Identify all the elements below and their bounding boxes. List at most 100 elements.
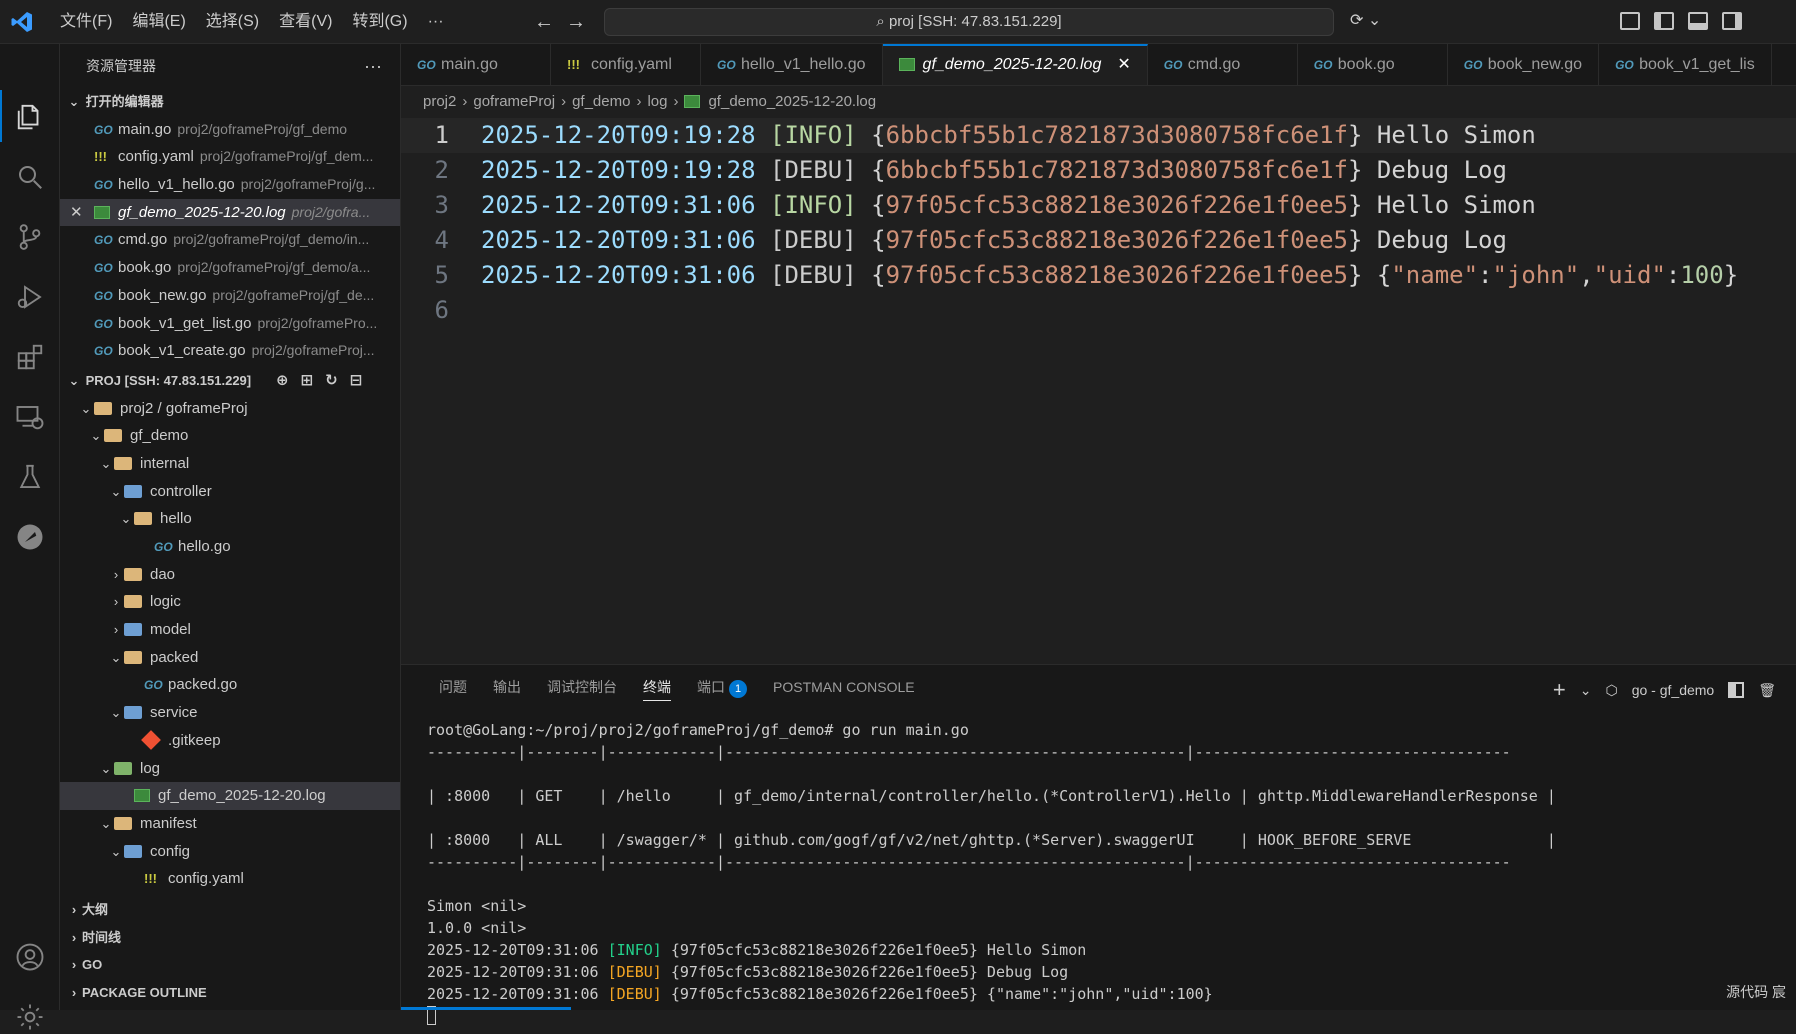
editor-tab[interactable]: GO book_v1_get_lis [1599,44,1772,85]
testing-icon[interactable] [13,460,47,494]
trash-icon[interactable]: 🗑 [1758,682,1776,699]
explorer-icon[interactable] [13,100,47,134]
breadcrumb-item[interactable]: proj2 [423,93,456,110]
editor-tab[interactable]: gf_demo_2025-12-20.log ✕ [882,44,1148,85]
menu-item[interactable]: 查看(V) [269,0,342,44]
new-terminal-icon[interactable]: + [1553,677,1566,703]
back-arrow-icon[interactable]: ← [534,10,554,34]
editor-tab[interactable]: GO book_new.go [1448,44,1600,85]
editor-tab[interactable]: GO hello_v1_hello.go [701,44,883,85]
tree-item[interactable]: ⌄ gf_demo [60,422,400,450]
tree-item[interactable]: ⌄ log [60,755,400,783]
search-icon[interactable] [13,160,47,194]
chevron-down-icon: ⌄ [100,455,112,471]
open-editor-item[interactable]: GO cmd.go proj2/goframeProj/gf_demo/in... [60,226,400,254]
log-level: [DEBU] [770,261,857,289]
tree-item[interactable]: gf_demo_2025-12-20.log [60,782,400,810]
panel-tab[interactable]: 终端 [630,665,684,709]
open-editor-item[interactable]: GO book_v1_create.go proj2/goframeProj... [60,337,400,365]
command-center[interactable]: ⌕ proj [SSH: 47.83.151.229] [604,8,1334,36]
breadcrumb-item[interactable]: log [647,93,667,110]
tree-item[interactable]: ⌄ service [60,699,400,727]
toggle-panel-icon[interactable] [1688,12,1708,30]
open-editor-item[interactable]: GO main.go proj2/goframeProj/gf_demo [60,116,400,144]
accounts-icon[interactable] [13,940,47,974]
menu-item[interactable]: 选择(S) [196,0,269,44]
breadcrumb-item[interactable]: gf_demo_2025-12-20.log [684,93,876,110]
panel-tab[interactable]: 问题 [426,665,480,709]
tree-item[interactable]: .gitkeep [60,727,400,755]
customize-layout-icon[interactable] [1620,12,1640,30]
refresh-icon[interactable]: ↻ [325,372,350,389]
tree-item[interactable]: › model [60,616,400,644]
panel-tab[interactable]: 输出 [480,665,534,709]
open-editor-item[interactable]: !!! config.yaml proj2/goframeProj/gf_dem..… [60,143,400,171]
new-folder-icon[interactable]: ⊞ [301,372,326,389]
toggle-secondary-sidebar-icon[interactable] [1722,12,1742,30]
tree-item[interactable]: › dao [60,561,400,589]
extensions-icon[interactable] [13,340,47,374]
code-editor[interactable]: 1 2025-12-20T09:19:28 [INFO] {6bbcbf55b1c… [401,118,1796,664]
go-file-icon: GO [1313,58,1333,72]
terminal-output[interactable]: root@GoLang:~/proj/proj2/goframeProj/gf_… [427,719,1787,1027]
project-header[interactable]: ⌄ PROJ [SSH: 47.83.151.229] ⊕⊞↻⊟ [60,367,400,395]
copilot-icon[interactable]: ⟳ ⌄ [1350,10,1381,30]
terminal-name[interactable]: go - gf_demo [1632,682,1715,698]
tree-item[interactable]: ⌄ config [60,838,400,866]
tree-item[interactable]: GO packed.go [60,671,400,699]
log-message: Debug Log [1376,156,1507,184]
postman-icon[interactable] [13,520,47,554]
source-control-icon[interactable] [13,220,47,254]
tree-item[interactable]: GO hello.go [60,533,400,561]
trace-id: 97f05cfc53c88218e3026f226e1f0ee5 [885,226,1348,254]
menu-item[interactable]: ··· [418,0,454,44]
close-icon[interactable]: ✕ [1117,56,1130,73]
open-editor-item[interactable]: GO book_new.go proj2/goframeProj/gf_de... [60,282,400,310]
editor-tab[interactable]: GO cmd.go [1148,44,1298,85]
more-actions-icon[interactable]: ··· [364,44,382,88]
editor-tab[interactable]: !!! config.yaml [551,44,701,85]
collapse-all-icon[interactable]: ⊟ [350,372,375,389]
tree-item[interactable]: !!! config.yaml [60,865,400,893]
open-editor-item[interactable]: GO book.go proj2/goframeProj/gf_demo/a... [60,254,400,282]
chevron-down-icon[interactable]: ⌄ [1580,682,1592,699]
toggle-primary-sidebar-icon[interactable] [1654,12,1674,30]
new-file-icon[interactable]: ⊕ [276,372,301,389]
panel-tab[interactable]: POSTMAN CONSOLE [760,665,928,709]
sidebar-section-header[interactable]: › GO [60,951,400,979]
breadcrumb-item[interactable]: gf_demo [572,93,630,110]
tab-label: book.go [1337,56,1395,73]
tree-item[interactable]: ⌄ manifest [60,810,400,838]
menu-item[interactable]: 转到(G) [342,0,417,44]
log-timestamp: 2025-12-20T09:31:06 [481,191,756,219]
vscode-logo-icon [11,12,32,32]
tree-item[interactable]: ⌄ controller [60,478,400,506]
open-editor-item[interactable]: GO book_v1_get_list.go proj2/goframePro... [60,310,400,338]
chevron-down-icon: ⌄ [90,428,102,444]
forward-arrow-icon[interactable]: → [566,10,586,34]
sidebar-section-header[interactable]: › 大纲 [60,896,400,924]
open-editors-header[interactable]: ⌄ 打开的编辑器 [60,88,400,116]
remote-explorer-icon[interactable] [13,400,47,434]
panel-tab[interactable]: 端口 1 [684,665,760,709]
run-debug-icon[interactable] [13,280,47,314]
panel-tab[interactable]: 调试控制台 [534,665,630,709]
tree-item[interactable]: ⌄ packed [60,644,400,672]
settings-gear-icon[interactable] [13,1000,47,1034]
open-editor-item[interactable]: GO hello_v1_hello.go proj2/goframeProj/g..… [60,171,400,199]
line-number: 2 [434,156,449,184]
breadcrumb-item[interactable]: goframeProj [473,93,555,110]
split-terminal-icon[interactable] [1728,682,1745,698]
tree-item[interactable]: › logic [60,588,400,616]
editor-tab[interactable]: GO book.go [1298,44,1448,85]
open-editor-item[interactable]: ✕ gf_demo_2025-12-20.log proj2/gofra... [60,198,400,227]
tree-item[interactable]: ⌄ internal [60,450,400,478]
close-icon[interactable]: ✕ [70,199,83,226]
editor-tab[interactable]: GO main.go [401,44,551,85]
menu-item[interactable]: 文件(F) [50,0,122,44]
sidebar-section-header[interactable]: › 时间线 [60,924,400,952]
tree-item[interactable]: ⌄ hello [60,505,400,533]
sidebar-section-header[interactable]: › PACKAGE OUTLINE [60,979,400,1007]
menu-item[interactable]: 编辑(E) [122,0,195,44]
tree-item[interactable]: ⌄ proj2 / goframeProj [60,395,400,423]
